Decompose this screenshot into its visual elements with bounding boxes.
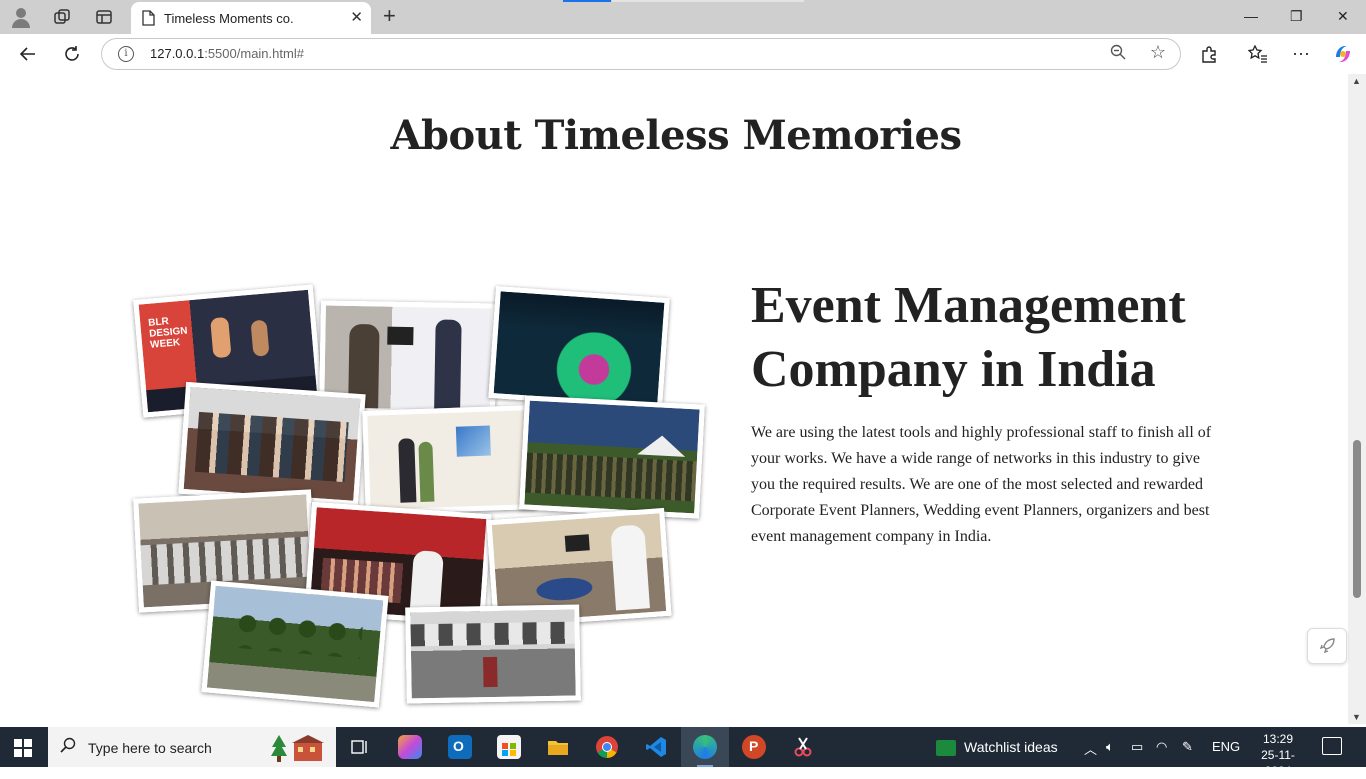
notification-icon[interactable] xyxy=(1322,737,1342,755)
tab-active[interactable]: Timeless Moments co. ✕ xyxy=(131,2,371,34)
scroll-down-arrow-icon[interactable]: ▼ xyxy=(1352,712,1361,722)
system-clock[interactable]: 13:29 25-11-2024 xyxy=(1248,731,1308,779)
photo-caption: BLR DESIGN WEEK xyxy=(147,316,188,351)
wifi-icon[interactable]: ◠ xyxy=(1156,739,1167,755)
pen-icon[interactable]: ✎ xyxy=(1182,739,1193,755)
favorite-star-icon[interactable]: ☆ xyxy=(1150,42,1166,63)
new-tab-button[interactable]: + xyxy=(383,5,396,27)
file-explorer-icon[interactable] xyxy=(546,735,570,759)
copilot-icon[interactable] xyxy=(1332,43,1354,65)
photo-team-group xyxy=(178,381,366,507)
address-bar[interactable]: i 127.0.0.1:5500/main.html# ☆ xyxy=(101,38,1181,70)
photo-night-stage xyxy=(488,286,670,410)
clock-date: 25-11-2024 xyxy=(1261,748,1295,778)
extensions-icon[interactable] xyxy=(1198,43,1220,65)
show-hidden-icons-icon[interactable]: ︿ xyxy=(1084,739,1097,758)
clock-time: 13:29 xyxy=(1262,732,1294,746)
battery-icon[interactable]: ▭ xyxy=(1131,739,1143,755)
window-close-button[interactable]: ✕ xyxy=(1337,8,1349,25)
vertical-tabs-icon[interactable] xyxy=(93,6,115,28)
windows-taskbar: Type here to search O P Watchlist ideas … xyxy=(0,727,1366,778)
language-indicator[interactable]: ENG xyxy=(1212,739,1240,754)
navigation-bar: i 127.0.0.1:5500/main.html# ☆ ⋯ xyxy=(0,34,1366,74)
snipping-tool-icon[interactable] xyxy=(791,735,815,759)
search-icon xyxy=(60,737,76,758)
workspaces-icon[interactable] xyxy=(51,6,73,28)
scroll-up-arrow-icon[interactable]: ▲ xyxy=(1352,76,1361,86)
powerpoint-icon[interactable]: P xyxy=(742,735,766,759)
tab-title: Timeless Moments co. xyxy=(164,11,294,26)
event-management-heading: Event Management Company in India xyxy=(751,274,1271,402)
page-viewport: About Timeless Memories BLR DESIGN WEEK xyxy=(4,74,1348,724)
edge-icon xyxy=(693,735,717,759)
photo-expo-hall xyxy=(405,604,581,704)
photo-outdoor-tent xyxy=(519,395,705,519)
rocket-floating-button[interactable] xyxy=(1307,628,1347,664)
photo-park-trees xyxy=(201,580,389,708)
more-options-icon[interactable]: ⋯ xyxy=(1290,43,1312,65)
tab-progress-indicator xyxy=(563,0,611,2)
about-section-title: About Timeless Memories xyxy=(390,112,962,159)
back-arrow-icon[interactable] xyxy=(17,43,39,65)
zoom-icon[interactable] xyxy=(1110,44,1126,64)
holiday-decoration-icon xyxy=(270,733,324,763)
outlook-app-icon[interactable]: O xyxy=(448,735,472,759)
watchlist-widget[interactable]: Watchlist ideas xyxy=(936,739,1058,757)
taskbar-search-box[interactable]: Type here to search xyxy=(48,727,336,767)
microsoft-store-icon[interactable] xyxy=(497,735,521,759)
profile-icon[interactable] xyxy=(10,6,32,28)
favorites-list-icon[interactable] xyxy=(1247,43,1269,65)
scroll-thumb[interactable] xyxy=(1353,440,1361,598)
restore-button[interactable]: ❐ xyxy=(1290,8,1303,25)
event-heading-line1: Event Management xyxy=(751,277,1186,334)
page-scrollbar[interactable]: ▲ ▼ xyxy=(1348,74,1366,724)
event-heading-line2: Company in India xyxy=(751,341,1156,398)
tab-strip: Timeless Moments co. ✕ + — ❐ ✕ xyxy=(0,0,1366,34)
windows-start-icon[interactable] xyxy=(14,739,32,757)
minimize-button[interactable]: — xyxy=(1244,8,1258,24)
chrome-icon[interactable] xyxy=(595,735,619,759)
tab-progress-track xyxy=(612,0,804,2)
site-info-icon[interactable]: i xyxy=(118,46,134,62)
photo-gallery-couple xyxy=(362,405,536,515)
url-text[interactable]: 127.0.0.1:5500/main.html# xyxy=(150,46,304,61)
search-placeholder: Type here to search xyxy=(88,740,212,756)
event-description: We are using the latest tools and highly… xyxy=(751,424,1212,545)
refresh-icon[interactable] xyxy=(61,43,83,65)
tab-close-icon[interactable]: ✕ xyxy=(350,8,363,26)
page-icon xyxy=(141,10,155,31)
copilot-app-icon[interactable] xyxy=(398,735,422,759)
task-view-icon[interactable] xyxy=(348,735,372,759)
edge-taskbar-active[interactable] xyxy=(681,727,729,767)
watchlist-chart-icon xyxy=(936,740,956,757)
volume-icon[interactable]: 🔈︎ xyxy=(1106,739,1114,755)
event-photo-collage: BLR DESIGN WEEK xyxy=(124,282,714,712)
vscode-icon[interactable] xyxy=(644,735,668,759)
